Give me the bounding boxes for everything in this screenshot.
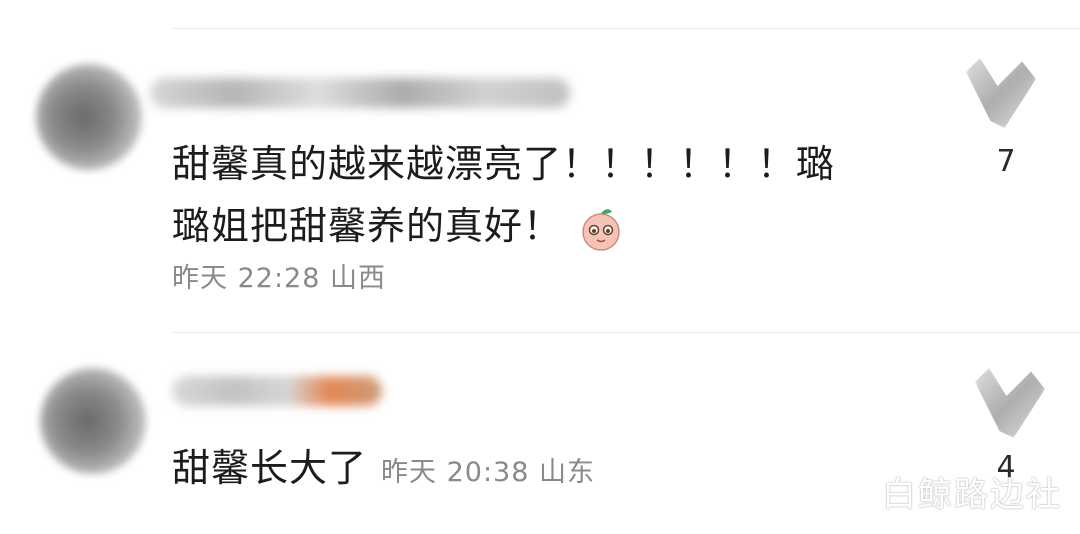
comment-text-continuation: 璐姐把甜馨养的真好！	[172, 204, 563, 248]
comment-text-line: 甜馨真的越来越漂亮了！！！！！！璐	[172, 142, 836, 186]
avatar[interactable]	[40, 368, 146, 474]
avatar[interactable]	[36, 64, 142, 170]
peach-face-emoji-icon	[580, 206, 622, 252]
comment-meta: 昨天 22:28 山西	[172, 263, 386, 294]
like-icon[interactable]	[966, 58, 1036, 128]
comment-meta: 昨天 20:38 山东	[381, 457, 595, 488]
like-icon[interactable]	[975, 368, 1045, 438]
top-divider	[172, 28, 1080, 29]
comment-text: 甜馨真的越来越漂亮了！！！！！！璐 璐姐把甜馨养的真好！	[172, 136, 835, 254]
comment-text-body: 甜馨长大了	[172, 446, 368, 490]
comment-divider	[172, 332, 1080, 333]
username-blurred[interactable]	[172, 376, 382, 406]
comment-text-line: 璐姐把甜馨养的真好！	[172, 198, 835, 254]
comment-text: 甜馨长大了 昨天 20:38 山东	[172, 440, 595, 501]
username-blurred[interactable]	[150, 78, 570, 108]
like-count: 7	[996, 144, 1016, 179]
watermark: 白鲸路边社	[882, 475, 1062, 515]
